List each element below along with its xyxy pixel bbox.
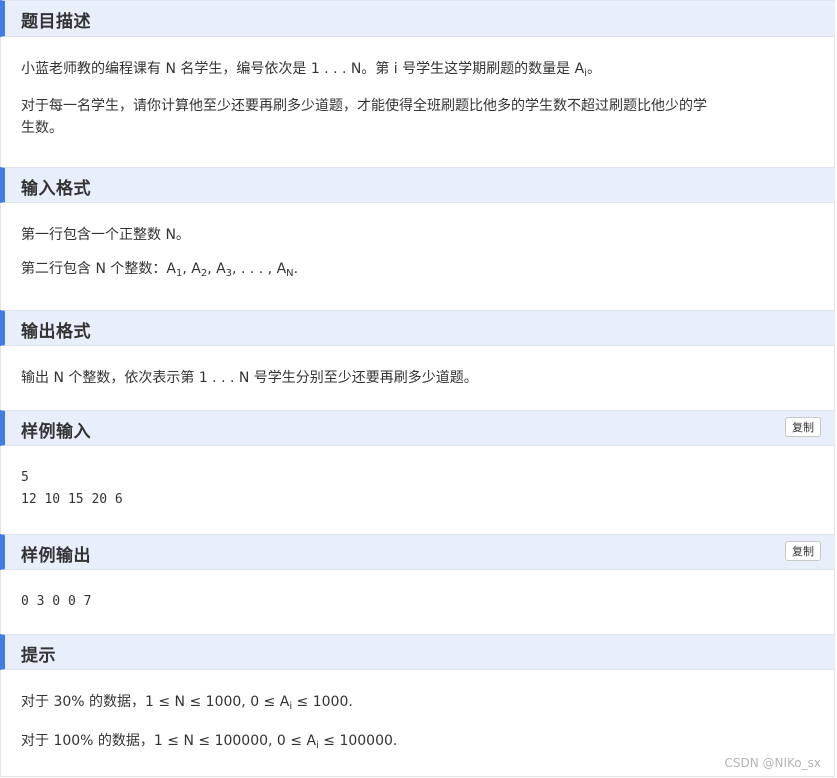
sample-input-line-1: 5 <box>21 470 29 485</box>
sep-3: , . . . , <box>232 261 277 277</box>
input-format-line-2: 第二行包含 N 个整数：A1, A2, A3, . . . , AN. <box>21 258 814 285</box>
sep-2: , <box>207 261 217 277</box>
description-paragraph-1: 小蓝老师教的编程课有 N 名学生，编号依次是 1 . . . N。第 i 号学生… <box>21 58 814 85</box>
problem-page: 题目描述 小蓝老师教的编程课有 N 名学生，编号依次是 1 . . . N。第 … <box>0 0 835 777</box>
hint-line2-text: 对于 100% 的数据，1 ≤ N ≤ 100000, 0 ≤ A <box>21 733 317 749</box>
input-format-title: 输入格式 <box>21 179 91 199</box>
input-format-header: 输入格式 <box>0 167 835 203</box>
description-p1-suffix: 。 <box>586 61 601 77</box>
description-p1-text: 小蓝老师教的编程课有 N 名学生，编号依次是 1 . . . N。第 i 号学生… <box>21 61 585 77</box>
description-body: 小蓝老师教的编程课有 N 名学生，编号依次是 1 . . . N。第 i 号学生… <box>0 37 835 167</box>
var-an-sub: N <box>286 268 294 279</box>
sample-output-line-1: 0 3 0 0 7 <box>21 594 92 609</box>
sample-input-title: 样例输入 <box>21 422 91 442</box>
output-format-body: 输出 N 个整数，依次表示第 1 . . . N 号学生分别至少还要再刷多少道题… <box>0 346 835 410</box>
end-period: . <box>293 261 299 277</box>
description-title: 题目描述 <box>21 12 91 32</box>
var-an: A <box>276 261 287 277</box>
sample-output-title: 样例输出 <box>21 546 91 566</box>
description-p2-line1: 对于每一名学生，请你计算他至少还要再刷多少道题，才能使得全班刷题比他多的学生数不… <box>21 98 707 114</box>
hint-line1-text: 对于 30% 的数据，1 ≤ N ≤ 1000, 0 ≤ A <box>21 694 290 710</box>
input-format-line2-text: 第二行包含 N 个整数： <box>21 261 167 277</box>
var-a1: A <box>166 261 176 277</box>
input-format-line-1: 第一行包含一个正整数 N。 <box>21 227 190 243</box>
sample-input-line-2: 12 10 15 20 6 <box>21 492 123 507</box>
var-a3: A <box>216 261 226 277</box>
copy-sample-input-button[interactable]: 复制 <box>785 417 821 437</box>
sep-1: , <box>182 261 192 277</box>
copy-sample-output-button[interactable]: 复制 <box>785 541 821 561</box>
hint-line-2: 对于 100% 的数据，1 ≤ N ≤ 100000, 0 ≤ Ai ≤ 100… <box>21 730 814 757</box>
var-a2: A <box>191 261 201 277</box>
hint-header: 提示 <box>0 634 835 670</box>
csdn-watermark: CSDN @NIKo_sx <box>724 756 821 770</box>
sample-input-header: 样例输入 复制 <box>0 410 835 446</box>
output-format-title: 输出格式 <box>21 322 91 342</box>
sample-input-body: 5 12 10 15 20 6 <box>0 446 835 534</box>
hint-body: 对于 30% 的数据，1 ≤ N ≤ 1000, 0 ≤ Ai ≤ 1000. … <box>0 670 835 777</box>
input-format-body: 第一行包含一个正整数 N。 第二行包含 N 个整数：A1, A2, A3, . … <box>0 203 835 310</box>
output-format-header: 输出格式 <box>0 310 835 346</box>
description-paragraph-2: 对于每一名学生，请你计算他至少还要再刷多少道题，才能使得全班刷题比他多的学生数不… <box>21 95 814 139</box>
hint-line2-suffix: ≤ 100000. <box>318 733 398 749</box>
hint-line-1: 对于 30% 的数据，1 ≤ N ≤ 1000, 0 ≤ Ai ≤ 1000. <box>21 691 814 718</box>
hint-line1-suffix: ≤ 1000. <box>292 694 353 710</box>
output-format-line-1: 输出 N 个整数，依次表示第 1 . . . N 号学生分别至少还要再刷多少道题… <box>21 370 478 386</box>
sample-output-header: 样例输出 复制 <box>0 534 835 570</box>
description-p2-line2: 生数。 <box>21 120 63 136</box>
sample-output-body: 0 3 0 0 7 <box>0 570 835 634</box>
description-header: 题目描述 <box>0 0 835 37</box>
hint-title: 提示 <box>21 646 56 666</box>
